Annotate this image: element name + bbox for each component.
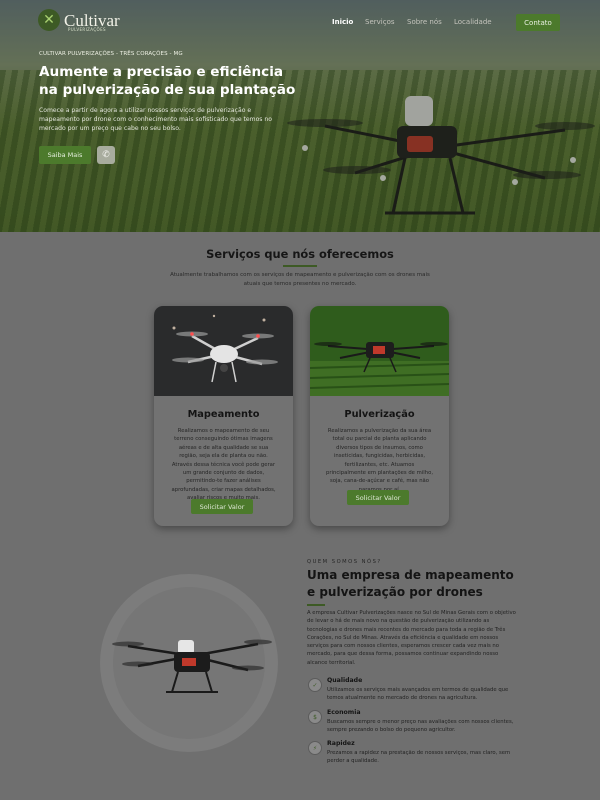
- card-title-pulverizacao: Pulverização: [344, 409, 415, 420]
- service-card-mapeamento: Mapeamento Realizamos o mapeamento de se…: [154, 306, 293, 526]
- economy-icon: $: [308, 710, 322, 724]
- services-title: Serviços que nós oferecemos: [206, 247, 394, 261]
- about-text: A empresa Cultivar Pulverizações nasce n…: [307, 610, 516, 666]
- feature-title-economia: Economia: [327, 709, 361, 716]
- hero-title: Aumente a precisão e eficiência na pulve…: [39, 64, 296, 98]
- about-title-underline: [307, 604, 325, 606]
- mapping-drone-image: [154, 306, 293, 396]
- hero-description: Comece a partir de agora a utilizar noss…: [39, 107, 273, 132]
- card-text-mapeamento: Realizamos o mapeamento de seu terreno c…: [171, 428, 276, 502]
- hero-section: ✕ Cultivar PULVERIZAÇÕES Inicio Serviços…: [0, 0, 600, 232]
- nav-item-inicio[interactable]: Inicio: [332, 18, 353, 26]
- leaf-logo-icon: ✕: [38, 9, 60, 31]
- about-kicker: QUEM SOMOS NÓS?: [307, 559, 382, 565]
- request-quote-button-pulverizacao[interactable]: Solicitar Valor: [347, 490, 409, 505]
- card-text-pulverizacao: Realizamos a pulverização da sua área to…: [325, 428, 434, 493]
- brand-name: Cultivar: [64, 10, 120, 30]
- card-title-mapeamento: Mapeamento: [187, 409, 260, 420]
- services-title-underline: [283, 265, 317, 267]
- feature-text-qualidade: Utilizamos os serviços mais avançados em…: [327, 687, 509, 702]
- hero-tag: CULTIVAR PULVERIZAÇÕES - TRÊS CORAÇÕES -…: [39, 51, 183, 57]
- about-drone-image: [112, 639, 272, 693]
- about-title: Uma empresa de mapeamento e pulverização…: [307, 568, 514, 599]
- service-card-pulverizacao: Pulverização Realizamos a pulverização d…: [310, 306, 449, 526]
- nav-item-localidade[interactable]: Localidade: [454, 18, 492, 26]
- brand-tagline: PULVERIZAÇÕES: [68, 27, 106, 32]
- request-quote-button-mapeamento[interactable]: Solicitar Valor: [191, 499, 253, 514]
- feature-title-qualidade: Qualidade: [327, 677, 363, 684]
- speed-icon: ⚡: [308, 741, 322, 755]
- feature-text-economia: Buscamos sempre o menor preço nas avalia…: [327, 719, 514, 734]
- feature-text-rapidez: Prezamos a rapidez na prestação de nosso…: [327, 750, 511, 765]
- learn-more-button[interactable]: Saiba Mais: [39, 146, 91, 164]
- contact-button[interactable]: Contato: [516, 14, 560, 31]
- services-description: Atualmente trabalhamos com os serviços d…: [170, 272, 430, 287]
- feature-title-rapidez: Rapidez: [327, 740, 355, 747]
- spraying-drone-image: [310, 306, 449, 396]
- nav-item-sobre-nos[interactable]: Sobre nós: [407, 18, 442, 26]
- whatsapp-icon[interactable]: ✆: [97, 146, 115, 164]
- quality-icon: ✓: [308, 678, 322, 692]
- nav-item-servicos[interactable]: Serviços: [365, 18, 395, 26]
